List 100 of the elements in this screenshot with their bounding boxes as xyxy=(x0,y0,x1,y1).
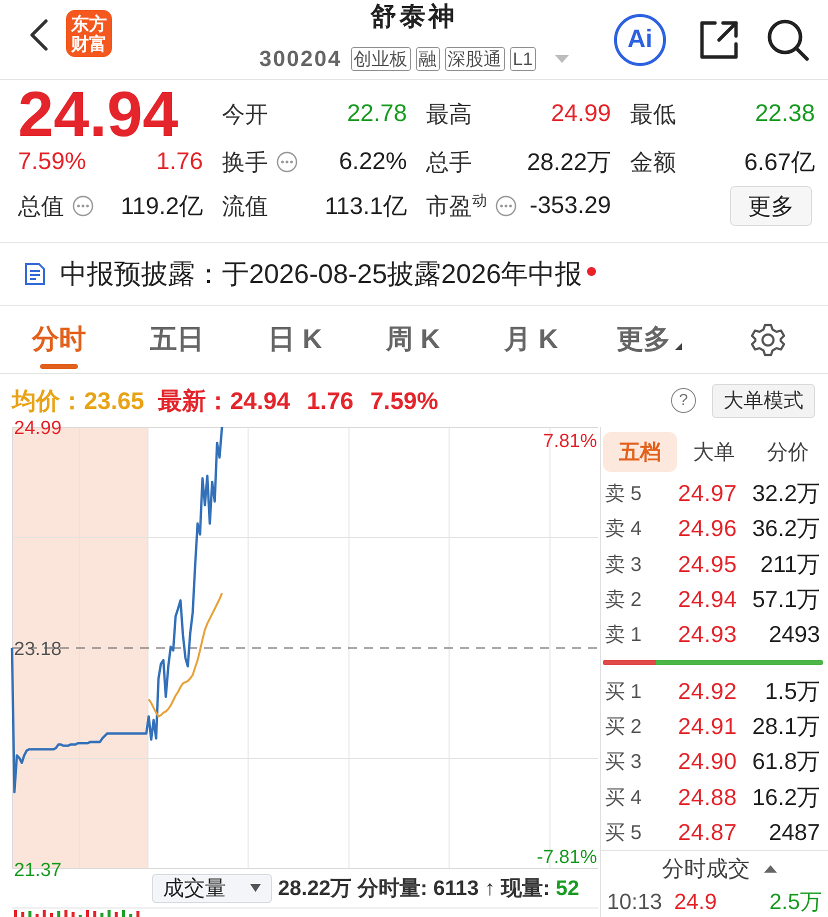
volume-bar xyxy=(93,911,96,917)
level-price: 24.90 xyxy=(676,748,737,776)
level-volume: 28.1万 xyxy=(751,712,820,741)
trades-title[interactable]: 分时成交 xyxy=(662,854,750,884)
volume-bar xyxy=(72,912,75,917)
volume-bar xyxy=(42,910,46,917)
chart-tab[interactable]: 月 K xyxy=(472,306,590,373)
level-volume: 2493 xyxy=(768,621,820,648)
ai-button[interactable]: Ai xyxy=(614,14,666,66)
level-label: 买 1 xyxy=(605,680,643,705)
order-book-tab[interactable]: 分价 xyxy=(751,432,825,472)
level-label: 买 3 xyxy=(605,750,643,776)
back-icon[interactable] xyxy=(28,18,50,52)
trade-time: 10:13 xyxy=(607,889,662,916)
volume-bar xyxy=(114,912,118,917)
stat-value: 24.99 xyxy=(550,100,611,128)
level-price: 24.93 xyxy=(676,621,737,648)
order-book-tab[interactable]: 大单 xyxy=(677,432,751,472)
level-label: 卖 4 xyxy=(605,517,643,542)
level-price: 24.92 xyxy=(676,678,737,705)
stat-label: 最低 xyxy=(630,100,676,128)
volume-bar xyxy=(86,910,89,917)
level-price: 24.96 xyxy=(676,515,737,542)
chart-tab[interactable]: 分时 xyxy=(0,306,118,373)
stat-label: 市盈$^{动}$ xyxy=(426,190,487,220)
last-price: 24.94 xyxy=(18,84,178,144)
info-icon[interactable] xyxy=(276,151,298,173)
change-amount: 1.76 xyxy=(156,148,203,176)
market-tag: L1 xyxy=(510,47,536,71)
info-icon[interactable] xyxy=(72,195,94,217)
volume-bar xyxy=(122,910,125,917)
level-label: 买 5 xyxy=(605,820,643,846)
stock-name: 舒泰神 xyxy=(370,0,458,32)
settings-icon[interactable] xyxy=(751,322,785,356)
stat-value: 6.22% xyxy=(338,148,407,176)
average-price: 均价：23.65 xyxy=(12,386,144,416)
level-volume: 36.2万 xyxy=(751,514,820,544)
level-volume: 2487 xyxy=(768,818,820,846)
chart-tab[interactable]: 日 K xyxy=(236,306,354,373)
level-volume: 32.2万 xyxy=(751,479,820,508)
volume-bar xyxy=(50,913,53,917)
stat-value: 119.2亿 xyxy=(120,192,203,222)
level-volume: 211万 xyxy=(759,550,820,579)
volume-stats: 28.22万 分时量: 6113 ↑ 现量: 52 xyxy=(278,876,580,902)
level-price: 24.94 xyxy=(676,586,737,614)
level-price: 24.88 xyxy=(676,784,737,811)
stat-label: 总手 xyxy=(426,148,472,176)
axis-label: -7.81% xyxy=(536,847,597,868)
stat-value: -353.29 xyxy=(530,192,611,220)
chart-tab[interactable]: 五日 xyxy=(118,306,236,373)
level-label: 卖 3 xyxy=(605,552,643,578)
stat-value: 6.67亿 xyxy=(744,148,815,178)
stat-value: 28.22万 xyxy=(526,148,611,178)
stat-label: 今开 xyxy=(222,100,268,128)
volume-bar xyxy=(64,910,68,917)
more-button[interactable]: 更多 xyxy=(730,186,812,226)
mode-button[interactable]: 大单模式 xyxy=(712,384,815,418)
document-icon xyxy=(24,262,46,286)
search-icon[interactable] xyxy=(766,18,810,62)
level-label: 卖 2 xyxy=(605,588,643,614)
stat-value: 22.38 xyxy=(754,100,815,128)
market-tag: 深股通 xyxy=(444,47,505,71)
axis-label: 21.37 xyxy=(14,860,62,881)
level-price: 24.91 xyxy=(676,712,737,740)
volume-bar xyxy=(21,912,24,917)
change-percent: 7.59% xyxy=(18,148,86,176)
notice-text[interactable]: 中报预披露：于2026-08-25披露2026年中报 xyxy=(60,256,582,292)
market-tag: 融 xyxy=(416,47,440,71)
caret-icon[interactable] xyxy=(764,864,777,873)
volume-bar xyxy=(28,911,32,917)
stat-label: 最高 xyxy=(426,100,472,128)
share-icon[interactable] xyxy=(698,18,740,60)
stock-code: 300204 xyxy=(259,46,342,72)
indicator-dropdown[interactable]: 成交量 xyxy=(152,874,272,902)
level-label: 卖 1 xyxy=(605,623,643,648)
chart-tab[interactable]: 周 K xyxy=(354,306,472,373)
axis-label: 7.81% xyxy=(543,431,597,452)
caret-icon xyxy=(250,884,261,892)
volume-bar xyxy=(57,911,60,917)
chart-tab[interactable]: 更多 xyxy=(590,306,708,373)
order-book-tab[interactable]: 五档 xyxy=(603,432,677,472)
level-label: 买 4 xyxy=(605,786,643,811)
level-volume: 57.1万 xyxy=(751,585,820,614)
market-tag: 创业板 xyxy=(350,47,411,71)
stat-value: 113.1亿 xyxy=(324,192,407,222)
trade-volume: 2.5万 xyxy=(769,888,822,916)
level-label: 买 2 xyxy=(605,714,643,740)
trade-price: 24.9 xyxy=(674,889,717,916)
stat-label: 换手 xyxy=(222,148,268,176)
level-volume: 61.8万 xyxy=(751,747,820,776)
info-icon[interactable] xyxy=(495,195,517,217)
help-button[interactable]: ? xyxy=(671,388,696,413)
volume-bar xyxy=(36,914,39,917)
latest-quote: 最新：24.94 1.76 7.59% xyxy=(158,386,438,416)
axis-label: 24.99 xyxy=(14,418,62,439)
volume-bar xyxy=(136,911,140,917)
volume-bar xyxy=(14,910,17,917)
level-price: 24.87 xyxy=(676,818,737,846)
axis-label: 23.18 xyxy=(14,639,62,660)
caret-icon xyxy=(674,343,682,350)
